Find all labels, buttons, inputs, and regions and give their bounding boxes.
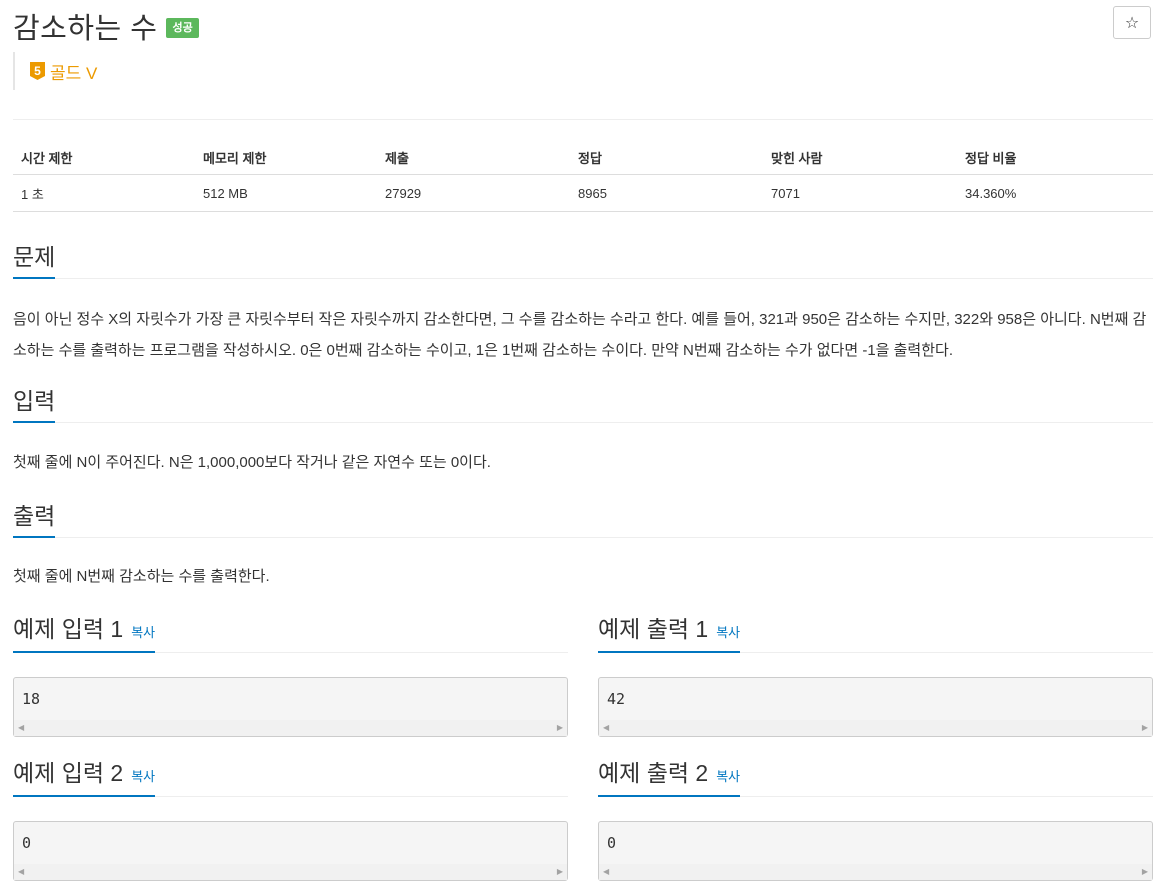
td-memory-limit: 512 MB <box>195 174 377 212</box>
input-heading-text: 입력 <box>13 386 56 423</box>
horizontal-scrollbar[interactable]: ◀ ▶ <box>599 864 1152 880</box>
sample-input-1-value: 18 <box>22 690 41 708</box>
scroll-right-icon[interactable]: ▶ <box>1142 867 1148 876</box>
scroll-left-icon[interactable]: ◀ <box>603 867 609 876</box>
description-text: 음이 아닌 정수 X의 자릿수가 가장 큰 자릿수부터 작은 자릿수까지 감소한… <box>13 311 1147 359</box>
sample-output-2-box[interactable]: 0 ◀ ▶ <box>598 821 1153 881</box>
scroll-left-icon[interactable]: ◀ <box>18 867 24 876</box>
status-badge: 성공 <box>166 18 199 38</box>
sample-output-1-heading: 예제 출력 1 복사 <box>598 614 1153 653</box>
title-row: 감소하는 수 성공 <box>13 8 199 45</box>
table-row: 1 초 512 MB 27929 8965 7071 34.360% <box>13 174 1153 212</box>
sample-input-2-title-text: 예제 입력 2 <box>13 760 124 786</box>
sample-output-2-heading: 예제 출력 2 복사 <box>598 758 1153 797</box>
sample-output-1-title-text: 예제 출력 1 <box>598 616 709 642</box>
scroll-right-icon[interactable]: ▶ <box>557 867 563 876</box>
output-text: 첫째 줄에 N번째 감소하는 수를 출력한다. <box>13 568 270 585</box>
td-solved-users: 7071 <box>763 174 957 212</box>
th-submissions: 제출 <box>377 140 570 175</box>
th-accepted: 정답 <box>570 140 763 175</box>
output-heading: 출력 <box>13 501 1153 538</box>
scroll-left-icon[interactable]: ◀ <box>603 723 609 732</box>
input-text: 첫째 줄에 N이 주어진다. N은 1,000,000보다 작거나 같은 자연수… <box>13 454 491 471</box>
copy-sample-output-1-button[interactable]: 복사 <box>716 625 740 640</box>
copy-sample-input-2-button[interactable]: 복사 <box>131 769 155 784</box>
star-button[interactable]: ☆ <box>1113 6 1151 39</box>
th-memory-limit: 메모리 제한 <box>195 140 377 175</box>
sample-input-2-box[interactable]: 0 ◀ ▶ <box>13 821 568 881</box>
input-heading: 입력 <box>13 386 1153 423</box>
table-header-row: 시간 제한 메모리 제한 제출 정답 맞힌 사람 정답 비율 <box>13 140 1153 175</box>
problem-info-table: 시간 제한 메모리 제한 제출 정답 맞힌 사람 정답 비율 1 초 512 M… <box>13 140 1153 212</box>
copy-sample-input-1-button[interactable]: 복사 <box>131 625 155 640</box>
output-heading-text: 출력 <box>13 501 56 538</box>
td-accept-rate: 34.360% <box>957 174 1153 212</box>
horizontal-scrollbar[interactable]: ◀ ▶ <box>599 720 1152 736</box>
th-time-limit: 시간 제한 <box>13 140 195 175</box>
horizontal-scrollbar[interactable]: ◀ ▶ <box>14 720 567 736</box>
scroll-right-icon[interactable]: ▶ <box>557 723 563 732</box>
sample-output-2-title: 예제 출력 2 복사 <box>598 758 741 797</box>
td-submissions: 27929 <box>377 174 570 212</box>
divider <box>13 119 1153 120</box>
sample-input-1-title-text: 예제 입력 1 <box>13 616 124 642</box>
description-heading: 문제 <box>13 242 1153 279</box>
sample-output-2-title-text: 예제 출력 2 <box>598 760 709 786</box>
sample-output-1-box[interactable]: 42 ◀ ▶ <box>598 677 1153 737</box>
description-heading-text: 문제 <box>13 242 56 279</box>
td-accepted: 8965 <box>570 174 763 212</box>
problem-title: 감소하는 수 <box>13 13 158 45</box>
sample-input-2-title: 예제 입력 2 복사 <box>13 758 156 797</box>
scroll-left-icon[interactable]: ◀ <box>18 723 24 732</box>
sample-input-2-value: 0 <box>22 834 32 852</box>
sample-input-2-heading: 예제 입력 2 복사 <box>13 758 568 797</box>
sample-input-1-box[interactable]: 18 ◀ ▶ <box>13 677 568 737</box>
star-icon: ☆ <box>1124 14 1140 32</box>
sample-output-1-value: 42 <box>607 690 626 708</box>
horizontal-scrollbar[interactable]: ◀ ▶ <box>14 864 567 880</box>
th-solved-users: 맞힌 사람 <box>763 140 957 175</box>
gold-tier-icon: 5 <box>30 62 45 80</box>
tier-text[interactable]: 골드 V <box>50 59 97 84</box>
scroll-right-icon[interactable]: ▶ <box>1142 723 1148 732</box>
sample-output-2-value: 0 <box>607 834 617 852</box>
sample-input-1-heading: 예제 입력 1 복사 <box>13 614 568 653</box>
tier-label: 5 골드 V <box>13 52 97 90</box>
sample-output-1-title: 예제 출력 1 복사 <box>598 614 741 653</box>
th-accept-rate: 정답 비율 <box>957 140 1153 175</box>
copy-sample-output-2-button[interactable]: 복사 <box>716 769 740 784</box>
td-time-limit: 1 초 <box>13 174 195 212</box>
sample-input-1-title: 예제 입력 1 복사 <box>13 614 156 653</box>
